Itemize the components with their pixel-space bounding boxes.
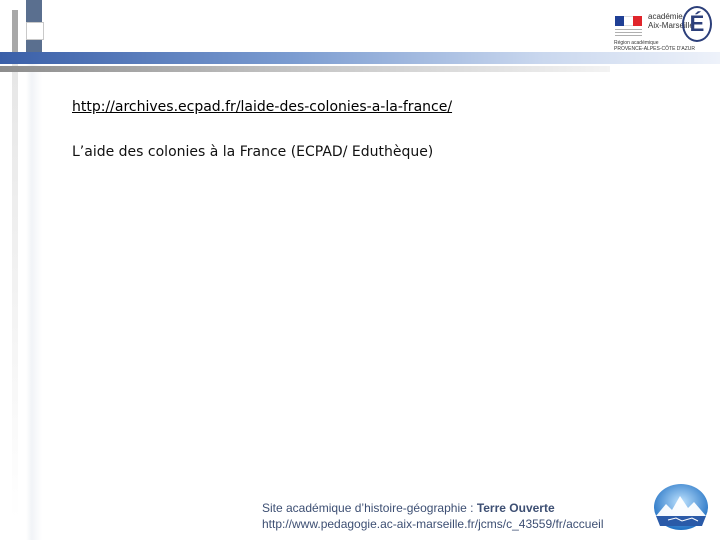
logo-region-text: Région académique PROVENCE-ALPES-CÔTE D'… xyxy=(614,40,714,52)
logo-motto-lines xyxy=(615,29,642,38)
footer-site-name: Terre Ouverte xyxy=(476,501,555,515)
ecpad-archive-link[interactable]: http://archives.ecpad.fr/laide-des-colon… xyxy=(72,99,452,115)
header-thin-bar xyxy=(0,66,610,72)
footer-site-line: Site académique d’histoire-géographie : … xyxy=(262,500,603,516)
left-thin-bar-fade xyxy=(12,60,18,520)
logo-letter-icon: É xyxy=(682,6,712,42)
left-decorative-bar xyxy=(26,0,42,540)
logo-region-line2: PROVENCE-ALPES-CÔTE D'AZUR xyxy=(614,46,695,52)
earth-globe-icon xyxy=(654,484,708,530)
footer-url[interactable]: http://www.pedagogie.ac-aix-marseille.fr… xyxy=(262,516,603,532)
french-flag-icon xyxy=(615,16,642,26)
link-description: L’aide des colonies à la France (ECPAD/ … xyxy=(72,144,434,160)
academie-logo: académie Aix-Marseille É Région académiq… xyxy=(612,4,712,54)
footer: Site académique d’histoire-géographie : … xyxy=(262,500,603,532)
footer-site-prefix: Site académique d’histoire-géographie : xyxy=(262,501,477,515)
decorative-square xyxy=(26,22,44,40)
